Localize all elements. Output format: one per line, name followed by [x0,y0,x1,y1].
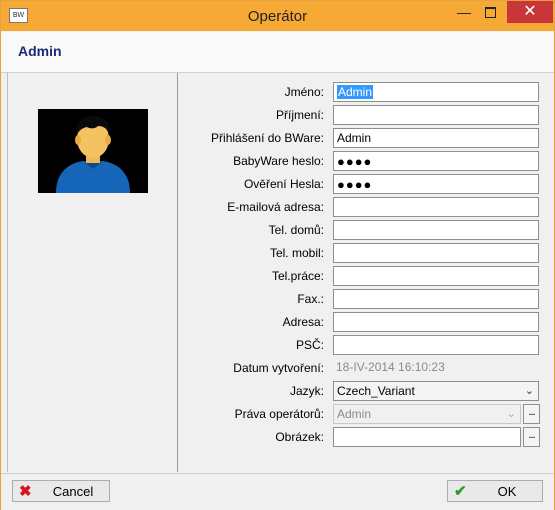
first-name-field[interactable]: Admin [333,82,539,102]
close-button[interactable]: ✕ [507,1,553,23]
first-name-value: Admin [337,85,374,99]
email-field[interactable] [333,197,539,217]
phone-work-field[interactable] [333,266,539,286]
row-email: E-mailová adresa: [179,196,549,219]
rights-value: Admin [337,407,372,421]
row-rights: Práva operátorů: Admin ⌄ ... [179,403,549,426]
operator-name-title: Admin [18,43,62,59]
row-password-confirm: Ověření Hesla: ●●●● [179,173,549,196]
phone-home-field[interactable] [333,220,539,240]
header: Admin [1,32,554,73]
row-login: Přihlášení do BWare: Admin [179,127,549,150]
row-first-name: Jméno: Admin [179,81,549,104]
password-confirm-label: Ověření Hesla: [243,177,324,191]
row-fax: Fax.: [179,288,549,311]
maximize-button[interactable] [475,1,505,23]
picture-label: Obrázek: [275,430,324,444]
cancel-label: Cancel [52,484,94,499]
zip-field[interactable] [333,335,539,355]
address-field[interactable] [333,312,539,332]
email-label: E-mailová adresa: [227,200,324,214]
button-bar: ✖ Cancel ✔ OK [1,473,554,510]
title-bar[interactable]: BW Operátor — ✕ [1,1,554,31]
phone-home-label: Tel. domů: [268,223,324,237]
row-phone-mobile: Tel. mobil: [179,242,549,265]
chevron-down-icon: ⌄ [506,408,516,420]
address-label: Adresa: [282,315,324,329]
user-avatar-icon[interactable] [38,109,148,193]
fax-label: Fax.: [297,292,324,306]
row-zip: PSČ: [179,334,549,357]
language-label: Jazyk: [289,384,324,398]
row-phone-work: Tel.práce: [179,265,549,288]
ok-label: OK [497,484,517,499]
language-value: Czech_Variant [337,384,415,398]
rights-select[interactable]: Admin ⌄ [333,404,521,424]
row-phone-home: Tel. domů: [179,219,549,242]
maximize-icon [484,6,496,18]
created-date-label: Datum vytvoření: [233,361,324,375]
phone-mobile-label: Tel. mobil: [269,246,324,260]
phone-mobile-field[interactable] [333,243,539,263]
row-password: BabyWare heslo: ●●●● [179,150,549,173]
last-name-label: Příjmení: [275,108,324,122]
password-confirm-field[interactable]: ●●●● [333,174,539,194]
picture-browse-button[interactable]: ... [523,427,540,447]
row-last-name: Příjmení: [179,104,549,127]
operator-window: BW Operátor — ✕ Admin Jméno: Admin Příjm… [0,0,555,510]
language-select[interactable]: Czech_Variant ⌄ [333,381,539,401]
fax-field[interactable] [333,289,539,309]
rights-label: Práva operátorů: [234,407,324,421]
row-picture: Obrázek: ... [179,426,549,449]
phone-work-label: Tel.práce: [271,269,324,283]
chevron-down-icon: ⌄ [524,385,534,397]
last-name-field[interactable] [333,105,539,125]
row-address: Adresa: [179,311,549,334]
password-field[interactable]: ●●●● [333,151,539,171]
cancel-button[interactable]: ✖ Cancel [12,480,110,502]
operator-form: Jméno: Admin Příjmení: Přihlášení do BWa… [179,73,549,472]
login-label: Přihlášení do BWare: [211,131,324,145]
ok-button[interactable]: ✔ OK [447,480,543,502]
created-date-value: 18-IV-2014 16:10:23 [336,360,445,374]
first-name-label: Jméno: [284,85,324,99]
picture-field[interactable] [333,427,521,447]
row-language: Jazyk: Czech_Variant ⌄ [179,380,549,403]
rights-browse-button[interactable]: ... [523,404,540,424]
password-label: BabyWare heslo: [233,154,324,168]
login-field[interactable]: Admin [333,128,539,148]
zip-label: PSČ: [295,338,324,352]
row-created-date: Datum vytvoření: 18-IV-2014 16:10:23 [179,357,549,380]
